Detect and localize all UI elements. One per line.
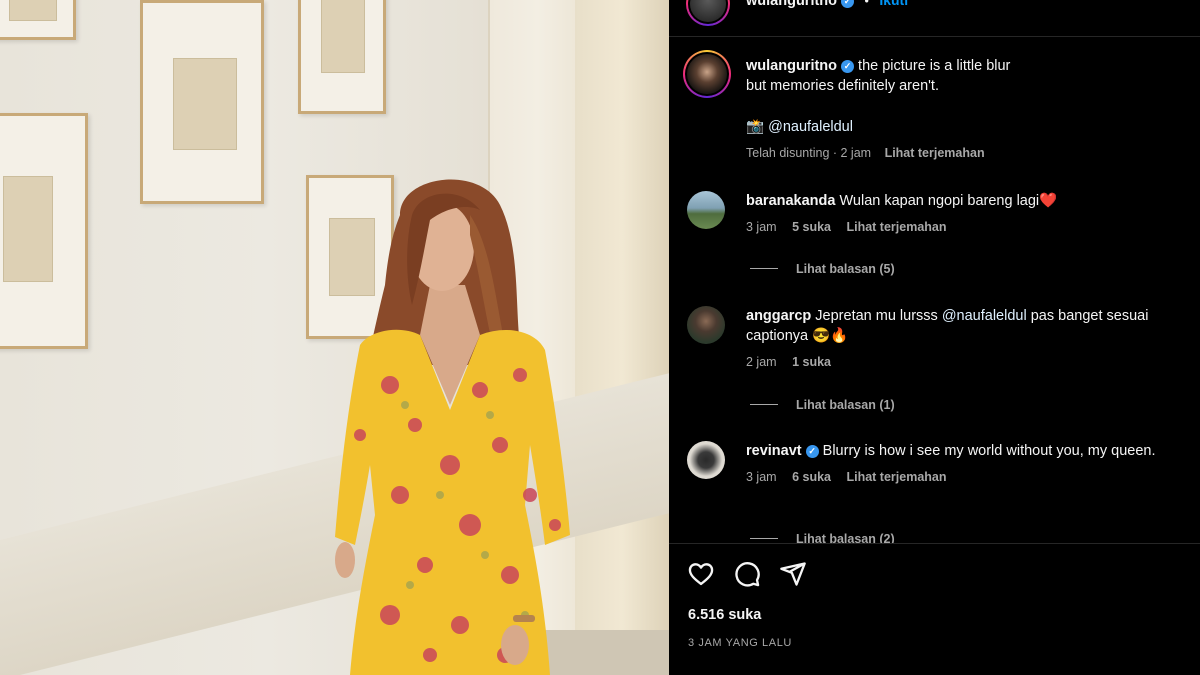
comment-likes[interactable]: 5 suka xyxy=(792,220,831,234)
replies-clip: Lihat balasan (2) xyxy=(669,530,1200,543)
woman-figure xyxy=(335,179,570,675)
view-replies-label: Lihat balasan (2) xyxy=(796,532,895,543)
comment-username[interactable]: baranakanda xyxy=(746,193,835,209)
caption-line-2: but memories definitely aren't. xyxy=(746,78,939,94)
comment-username[interactable]: anggarcp xyxy=(746,308,811,324)
comment-icon[interactable] xyxy=(733,560,761,588)
comment-translate-link[interactable]: Lihat terjemahan xyxy=(846,220,946,234)
share-icon[interactable] xyxy=(779,560,807,588)
caption-edited: Telah disunting · 2 jam xyxy=(746,146,872,160)
caption-translate-link[interactable]: Lihat terjemahan xyxy=(885,146,985,160)
caption-avatar[interactable] xyxy=(683,50,731,98)
comment-username[interactable]: revinavt xyxy=(746,443,802,459)
replies-line xyxy=(750,268,778,269)
comment-text: Wulan kapan ngopi bareng lagi❤️ xyxy=(839,193,1058,209)
verified-badge-icon: ✓ xyxy=(841,60,855,73)
divider xyxy=(669,543,1200,544)
camera-emoji-icon: 📸 xyxy=(746,119,765,135)
replies-line xyxy=(750,538,778,539)
comment-time: 3 jam xyxy=(746,470,777,484)
view-replies-label: Lihat balasan (5) xyxy=(796,262,895,276)
comment-time: 3 jam xyxy=(746,220,777,234)
view-replies-label: Lihat balasan (1) xyxy=(796,398,895,412)
comment-likes[interactable]: 6 suka xyxy=(792,470,831,484)
header-username[interactable]: wulanguritno xyxy=(746,0,837,9)
follow-button[interactable]: Ikuti xyxy=(879,0,908,8)
header-separator: • xyxy=(864,0,869,8)
view-replies-button[interactable]: Lihat balasan (1) xyxy=(750,398,895,412)
replies-line xyxy=(750,404,778,405)
picture-frame xyxy=(140,0,264,204)
like-count[interactable]: 6.516 suka xyxy=(688,607,761,623)
caption-username[interactable]: wulanguritno xyxy=(746,58,837,74)
comment-avatar[interactable] xyxy=(687,306,725,344)
comment-avatar[interactable] xyxy=(687,191,725,229)
verified-badge-icon: ✓ xyxy=(841,0,855,8)
picture-frame xyxy=(298,0,386,114)
view-replies-button[interactable]: Lihat balasan (2) xyxy=(750,532,895,543)
post-side-panel: wulanguritno ✓ • Ikuti wulanguritno ✓ the … xyxy=(669,0,1200,675)
view-replies-button[interactable]: Lihat balasan (5) xyxy=(750,262,895,276)
comment-translate-link[interactable]: Lihat terjemahan xyxy=(846,470,946,484)
caption-mention[interactable]: @naufaleldul xyxy=(768,119,853,135)
comment-time: 2 jam xyxy=(746,355,777,369)
post-header: wulanguritno ✓ • Ikuti xyxy=(669,0,1200,37)
comment-avatar[interactable] xyxy=(687,441,725,479)
post-timestamp: 3 JAM YANG LALU xyxy=(688,637,792,649)
header-avatar[interactable] xyxy=(686,0,730,26)
comment-mention[interactable]: @naufaleldul xyxy=(942,308,1027,324)
picture-frame xyxy=(0,0,76,40)
caption-line-1: the picture is a little blur xyxy=(858,58,1011,74)
comment-likes[interactable]: 1 suka xyxy=(792,355,831,369)
comment-text: Jepretan mu lursss xyxy=(815,308,942,324)
picture-frame xyxy=(0,113,88,349)
comment-text: Blurry is how i see my world without you… xyxy=(822,443,1156,459)
heart-icon[interactable] xyxy=(687,560,715,588)
verified-badge-icon: ✓ xyxy=(805,445,819,458)
post-photo[interactable] xyxy=(0,0,669,675)
